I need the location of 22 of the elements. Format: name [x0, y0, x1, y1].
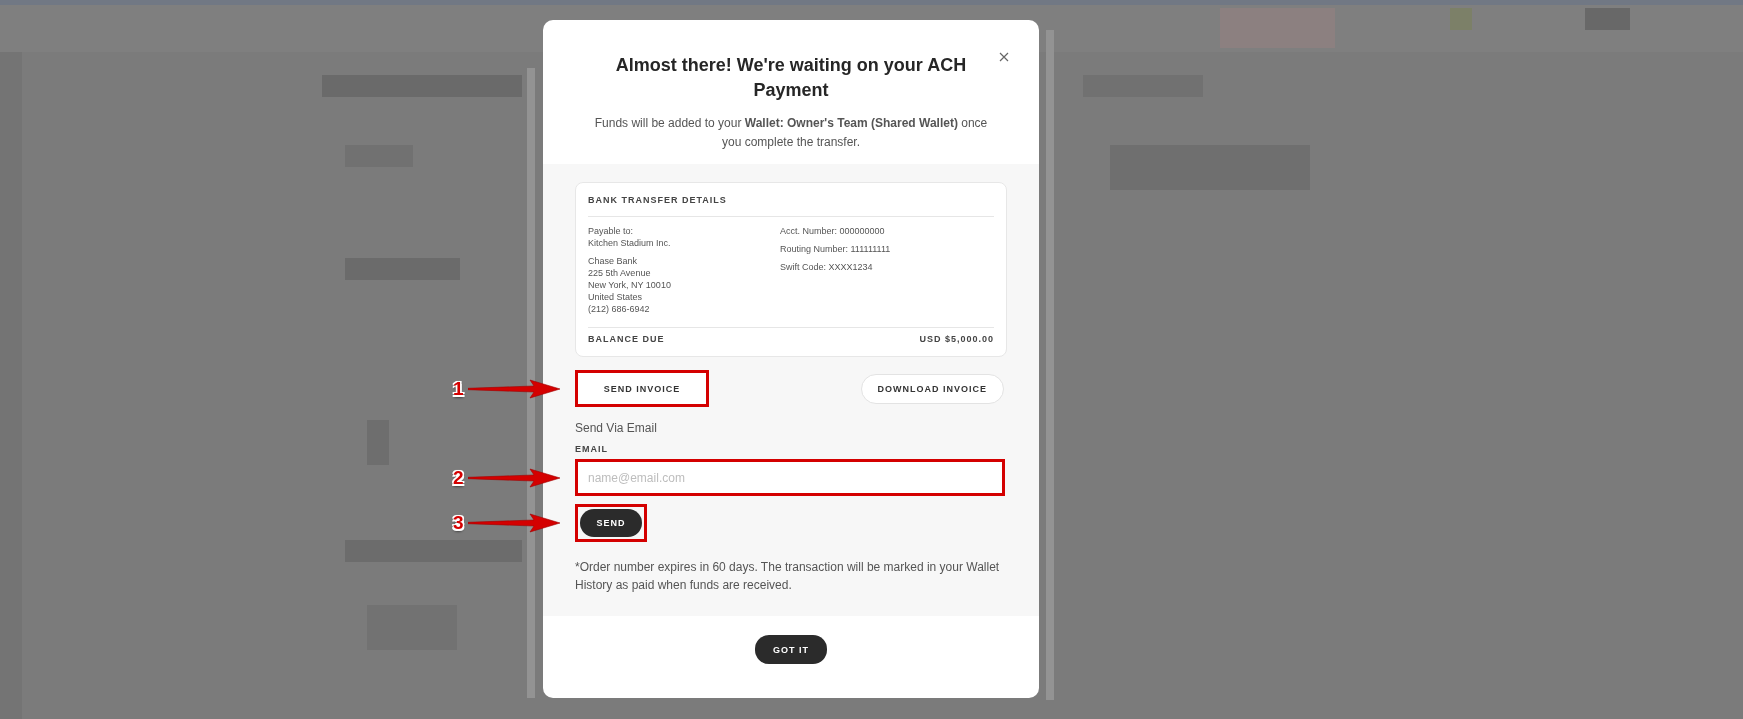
field-label: EMAIL [575, 444, 609, 454]
callout-number: 3 [453, 513, 464, 533]
balance-amount: USD $5,000.00 [919, 334, 994, 344]
dialog-message: Funds will be added to your Wallet: Owner's Team (Shared Wallet) once you complete the transfer. [593, 115, 989, 151]
bank-address-text: Chase Bank 225 5th Avenue New York, NY 10010 United States (212) 686-6942 [588, 255, 672, 315]
close-icon[interactable] [997, 50, 1011, 64]
payee-text: Payable to: Kitchen Stadium Inc. [588, 225, 672, 249]
card-heading: BANK TRANSFER DETAILS [588, 183, 994, 217]
account-field: Routing Number: 111111111 [780, 243, 994, 255]
callout-number: 1 [453, 378, 464, 399]
account-field: Acct. Number: 000000000 [780, 225, 994, 237]
dialog-title: Almost there! We're waiting on your ACH Payment [614, 54, 968, 102]
footnote-text: *Order number expires in 60 days. The transaction will be marked in your Wallet History as paid when funds are received. [575, 559, 1001, 594]
section-title: Send Via Email [575, 421, 658, 435]
send-button[interactable]: SEND [580, 509, 642, 537]
balance-label: BALANCE DUE [588, 334, 665, 344]
send-invoice-tab[interactable]: SEND INVOICE [578, 373, 706, 404]
email-field[interactable]: name@email.com [578, 462, 1002, 493]
got-it-button[interactable]: GOT IT [755, 635, 827, 664]
invoice-tab[interactable]: DOWNLOAD INVOICE [860, 373, 1004, 404]
account-field: Swift Code: XXXX1234 [780, 261, 994, 273]
callout-number: 2 [453, 467, 464, 488]
